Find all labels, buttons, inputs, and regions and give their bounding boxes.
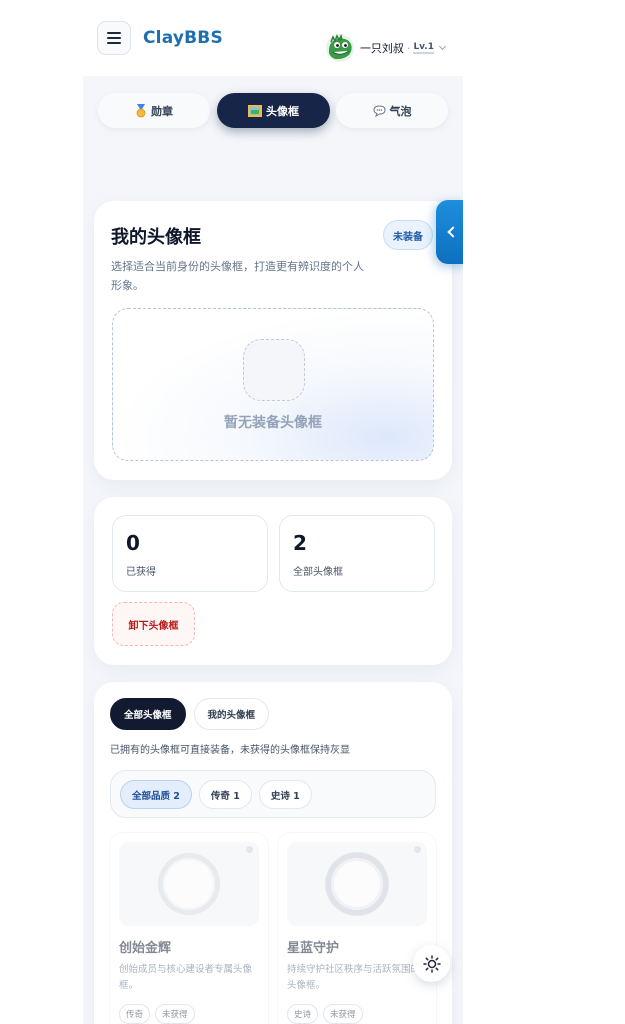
total-stat: 2 全部头像框	[279, 515, 435, 592]
quality-all[interactable]: 全部品质 2	[120, 780, 192, 809]
frame-tags: 传奇 未获得	[119, 1004, 200, 1024]
page-title: 我的头像框	[111, 227, 201, 248]
chevron-left-icon	[447, 226, 459, 238]
frame-name: 创始金辉	[119, 941, 172, 956]
medal-icon	[136, 103, 146, 117]
empty-frame-text: 暂无装备头像框	[224, 415, 322, 431]
filter-my-frames[interactable]: 我的头像框	[193, 698, 270, 730]
blue-frame-ring	[326, 853, 388, 915]
rarity-tag: 史诗	[287, 1004, 319, 1024]
frame-item[interactable]: 星蓝守护 持续守护社区秩序与活跃氛围的头像框。 史诗 未获得	[277, 832, 437, 1024]
avatar	[325, 33, 354, 62]
top-bar: ClayBBS 一只刘叔 · Lv.1	[83, 0, 463, 76]
page-description: 选择适合当前身份的头像框，打造更有辨识度的个人形象。	[111, 260, 364, 292]
ownership-filter: 全部头像框 我的头像框	[110, 698, 277, 730]
tab-label: 勋章	[151, 104, 173, 118]
separator-dot: ·	[406, 41, 411, 55]
frame-thumbnail	[287, 842, 427, 926]
my-frame-card: 我的头像框 选择适合当前身份的头像框，打造更有辨识度的个人形象。 未装备 暂无装…	[94, 201, 452, 480]
theme-toggle-button[interactable]	[413, 945, 450, 982]
frame-description: 创始成员与核心建设者专属头像框。	[119, 964, 253, 991]
owned-stat: 0 已获得	[112, 515, 268, 592]
frame-item[interactable]: 创始金辉 创始成员与核心建设者专属头像框。 传奇 未获得	[109, 832, 269, 1024]
status-badge: 未装备	[383, 220, 433, 250]
decoration-tabs: 勋章 头像框 气泡	[98, 93, 448, 128]
tab-avatar-frames[interactable]: 头像框	[217, 93, 330, 128]
frame-catalog-card: 全部头像框 我的头像框 已拥有的头像框可直接装备，未获得的头像框保持灰显 全部品…	[94, 682, 452, 1024]
owned-count: 0	[126, 531, 140, 555]
frame-description: 持续守护社区秩序与活跃氛围的头像框。	[287, 964, 421, 991]
tab-label: 气泡	[389, 104, 412, 118]
app-shell: ClayBBS 一只刘叔 · Lv.1 勋章 头像框 气泡 我的头像框 选择适合…	[83, 0, 463, 1024]
unequip-frame-button[interactable]: 卸下头像框	[112, 602, 195, 646]
tab-bubbles[interactable]: 气泡	[336, 93, 448, 128]
side-panel-toggle[interactable]	[436, 200, 463, 264]
ownership-tag: 未获得	[155, 1004, 195, 1024]
catalog-hint: 已拥有的头像框可直接装备，未获得的头像框保持灰显	[110, 745, 350, 756]
ownership-tag: 未获得	[323, 1004, 363, 1024]
picture-frame-icon	[248, 104, 262, 117]
tab-label: 头像框	[266, 104, 299, 118]
frame-grid: 创始金辉 创始成员与核心建设者专属头像框。 传奇 未获得 星蓝守护 持续守护社区…	[109, 832, 439, 1024]
total-count: 2	[293, 531, 307, 555]
level-badge: Lv.1	[413, 42, 434, 54]
lock-dot-icon	[246, 846, 253, 853]
total-label: 全部头像框	[293, 567, 343, 578]
owned-label: 已获得	[126, 567, 156, 578]
stats-card: 0 已获得 2 全部头像框 卸下头像框	[94, 497, 452, 665]
menu-icon	[107, 32, 121, 34]
gold-frame-ring	[158, 853, 220, 915]
lock-dot-icon	[414, 846, 421, 853]
speech-bubble-icon	[372, 104, 386, 117]
sun-icon	[422, 954, 441, 973]
chevron-down-icon	[438, 42, 447, 51]
frame-name: 星蓝守护	[287, 941, 340, 956]
equipped-frame-preview: 暂无装备头像框	[112, 308, 434, 461]
filter-all-frames[interactable]: 全部头像框	[110, 698, 186, 730]
rarity-tag: 传奇	[119, 1004, 151, 1024]
frame-thumbnail	[119, 842, 259, 926]
quality-filter: 全部品质 2 传奇 1 史诗 1	[110, 770, 436, 818]
menu-button[interactable]	[97, 21, 131, 55]
user-menu[interactable]: 一只刘叔 · Lv.1	[325, 33, 447, 63]
empty-frame-placeholder	[243, 339, 305, 401]
frame-tags: 史诗 未获得	[287, 1004, 368, 1024]
brand-logo[interactable]: ClayBBS	[143, 28, 223, 48]
quality-epic[interactable]: 史诗 1	[258, 780, 312, 809]
tab-badges[interactable]: 勋章	[98, 93, 210, 128]
user-name: 一只刘叔	[359, 42, 404, 55]
quality-legendary[interactable]: 传奇 1	[198, 780, 252, 809]
